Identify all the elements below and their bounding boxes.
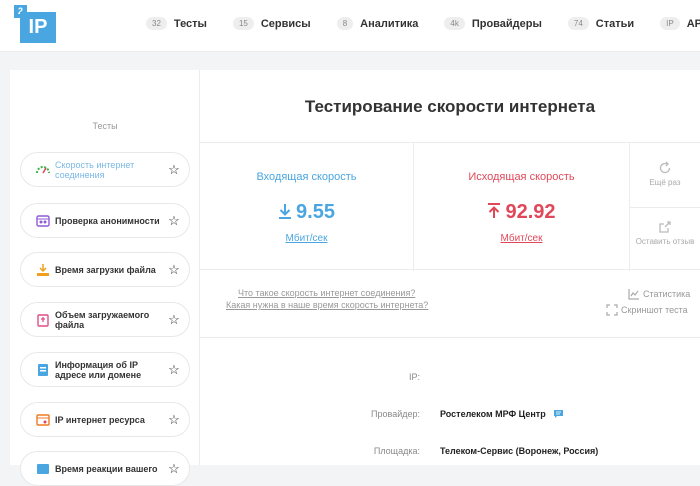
download-unit-link[interactable]: Мбит/сек xyxy=(200,233,413,244)
upload-value-row: 92.92 xyxy=(414,201,629,224)
favorite-star-icon[interactable]: ☆ xyxy=(167,262,181,277)
upload-unit-link[interactable]: Мбит/сек xyxy=(414,233,629,244)
what-is-speed-link[interactable]: Что такое скорость интернет соединения? xyxy=(238,288,415,298)
site-logo[interactable]: 2 IP xyxy=(14,5,58,45)
screenshot-icon xyxy=(606,304,618,316)
download-value: 9.55 xyxy=(296,201,335,223)
provider-name: Ростелеком МРФ Центр xyxy=(440,409,546,419)
nav-label: Аналитика xyxy=(360,17,419,30)
favorite-star-icon[interactable]: ☆ xyxy=(167,362,181,377)
nav-badge: 32 xyxy=(146,17,167,30)
upload-result: Исходящая скорость 92.92 Мбит/сек xyxy=(414,143,630,271)
sidebar-item-label: Проверка анонимности xyxy=(55,215,160,226)
download-value-row: 9.55 xyxy=(200,201,413,224)
nav-item-providers[interactable]: 4k Провайдеры xyxy=(444,17,542,30)
info-value-wrap: Ростелеком МРФ Центр xyxy=(440,409,564,419)
reaction-icon xyxy=(35,461,51,477)
help-links-row: Что такое скорость интернет соединения? … xyxy=(200,270,700,338)
web-resource-icon xyxy=(35,412,51,428)
nav-badge: 74 xyxy=(567,17,589,30)
nav-badge: IP xyxy=(660,17,680,30)
tests-sidebar: Тесты Скорость интернет соединения ☆ Про… xyxy=(10,70,200,486)
sidebar-item-label: Время реакции вашего xyxy=(55,463,158,474)
nav-label: Провайдеры xyxy=(471,17,542,30)
favorite-star-icon[interactable]: ☆ xyxy=(167,213,181,228)
main-nav: 32 Тесты 15 Сервисы 8 Аналитика 4k Провайдер… xyxy=(146,17,700,30)
retry-button[interactable]: Ещё раз xyxy=(630,161,700,187)
sidebar-item-speed-test[interactable]: Скорость интернет соединения ☆ xyxy=(20,152,190,187)
sidebar-item-web-resource-ip[interactable]: IP интернет ресурса ☆ xyxy=(20,402,190,437)
sidebar-item-reaction-time[interactable]: Время реакции вашего ☆ xyxy=(20,451,190,486)
statistics-label: Статистика xyxy=(643,289,691,299)
screenshot-label: Скриншот теста xyxy=(621,305,688,315)
nav-label: Статьи xyxy=(595,17,635,30)
nav-badge: 8 xyxy=(336,17,354,30)
file-size-icon xyxy=(35,312,51,328)
sidebar-item-label: Информация об IP адресе или домене xyxy=(55,359,142,380)
result-actions: Ещё раз Оставить отзыв xyxy=(630,143,700,271)
favorite-star-icon[interactable]: ☆ xyxy=(167,312,181,327)
sidebar-item-ip-info[interactable]: Информация об IP адресе или домене ☆ xyxy=(20,352,190,387)
screenshot-button[interactable]: Скриншот теста xyxy=(606,304,688,316)
favorite-star-icon[interactable]: ☆ xyxy=(167,461,181,476)
nav-item-articles[interactable]: 74 Статьи xyxy=(567,17,635,30)
refresh-icon xyxy=(659,161,671,174)
sidebar-item-file-size[interactable]: Объем загружаемого файла ☆ xyxy=(20,302,190,337)
chat-icon[interactable] xyxy=(553,409,564,419)
nav-item-tests[interactable]: 32 Тесты xyxy=(146,17,207,30)
upload-label: Исходящая скорость xyxy=(468,171,575,183)
favorite-star-icon[interactable]: ☆ xyxy=(167,412,181,427)
favorite-star-icon[interactable]: ☆ xyxy=(167,162,181,177)
download-arrow-icon xyxy=(279,204,292,219)
sidebar-item-label: Скорость интернет соединения xyxy=(55,159,135,180)
incognito-icon xyxy=(35,213,51,229)
ip-info-icon xyxy=(35,362,51,378)
nav-label: Сервисы xyxy=(260,17,311,30)
sidebar-title: Тесты xyxy=(92,121,118,131)
info-key: Площадка: xyxy=(373,446,420,456)
sidebar-item-anonymity[interactable]: Проверка анонимности ☆ xyxy=(20,203,190,238)
sidebar-item-label: Время загрузки файла xyxy=(55,264,156,275)
nav-label: Тесты xyxy=(173,17,207,30)
page-title: Тестирование скорости интернета xyxy=(304,97,596,116)
speed-results: Входящая скорость 9.55 Мбит/сек Исходяща… xyxy=(200,142,700,271)
nav-badge: 4k xyxy=(444,17,465,30)
info-key: IP: xyxy=(408,372,420,382)
logo-big-square: IP xyxy=(20,12,56,43)
sidebar-item-label: Объем загружаемого файла xyxy=(55,309,150,330)
speed-test-panel: Тестирование скорости интернета Входящая… xyxy=(200,70,700,465)
download-label: Входящая скорость xyxy=(256,171,357,183)
upload-value: 92.92 xyxy=(505,201,556,223)
sidebar-item-download-time[interactable]: Время загрузки файла ☆ xyxy=(20,252,190,287)
info-value: Телеком-Сервис (Воронеж, Россия) xyxy=(440,446,599,456)
info-key: Провайдер: xyxy=(371,409,420,419)
nav-item-services[interactable]: 15 Сервисы xyxy=(232,17,311,30)
speedometer-icon xyxy=(35,162,51,178)
statistics-button[interactable]: Статистика xyxy=(628,288,690,300)
nav-item-analytics[interactable]: 8 Аналитика xyxy=(336,17,419,30)
leave-feedback-button[interactable]: Оставить отзыв xyxy=(630,207,700,258)
download-result: Входящая скорость 9.55 Мбит/сек xyxy=(200,143,414,271)
chart-icon xyxy=(628,289,639,300)
download-tray-icon xyxy=(35,262,51,278)
nav-badge: 15 xyxy=(232,17,254,30)
retry-label: Ещё раз xyxy=(649,178,681,187)
needed-speed-link[interactable]: Какая нужна в наше время скорость интерн… xyxy=(226,300,428,310)
sidebar-item-label: IP интернет ресурса xyxy=(55,414,145,425)
page-card: Тесты Скорость интернет соединения ☆ Про… xyxy=(10,70,700,486)
upload-arrow-icon xyxy=(488,203,501,218)
share-icon xyxy=(659,221,671,233)
nav-item-api[interactable]: IP API xyxy=(660,17,700,30)
nav-label: API xyxy=(686,17,700,30)
top-navbar: 2 IP 32 Тесты 15 Сервисы 8 Аналитика 4k Пров… xyxy=(0,0,700,52)
feedback-label: Оставить отзыв xyxy=(635,237,695,246)
